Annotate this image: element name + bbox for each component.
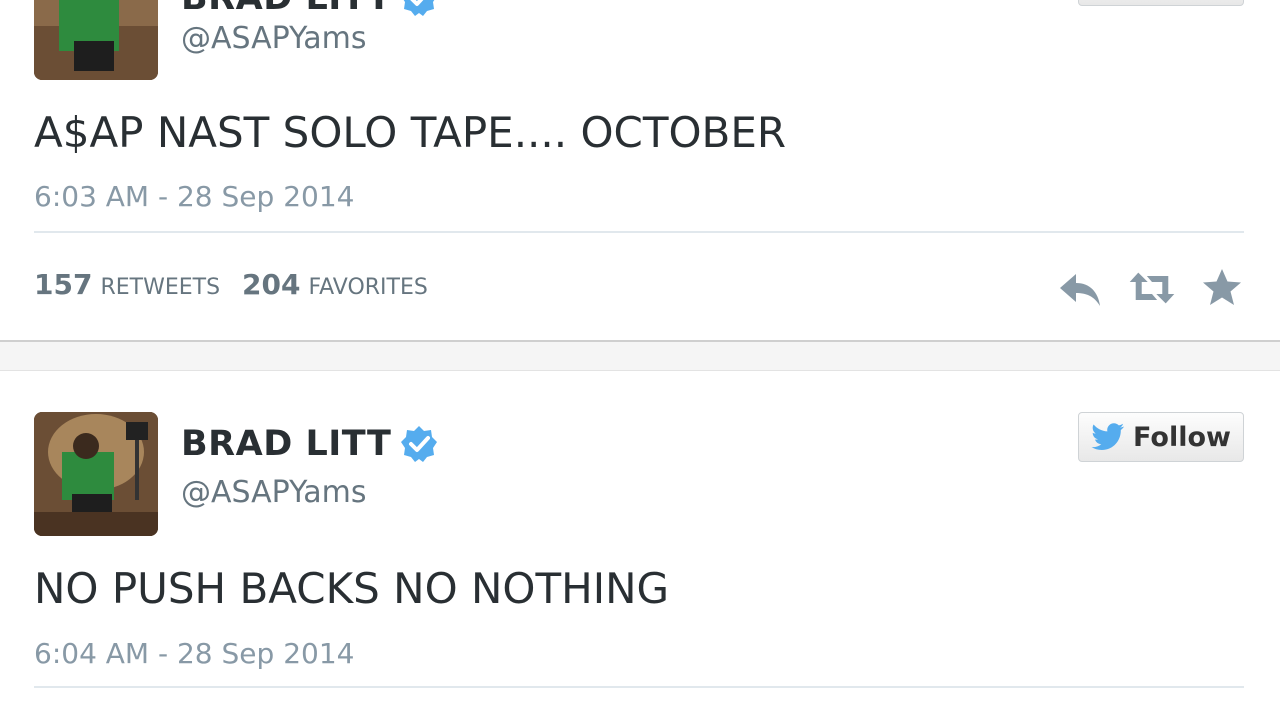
author-handle[interactable]: @ASAPYams — [181, 475, 367, 510]
avatar[interactable] — [34, 0, 158, 80]
tweet-text: A$AP NAST SOLO TAPE.... OCTOBER — [34, 108, 787, 157]
tweet-card: BRAD LITT @ASAPYams A$AP NAST SOLO TAPE.… — [0, 0, 1280, 342]
star-icon[interactable] — [1200, 266, 1244, 310]
tweet-timestamp[interactable]: 6:03 AM - 28 Sep 2014 — [34, 180, 354, 213]
retweet-icon[interactable] — [1128, 266, 1176, 310]
favorites-label[interactable]: FAVORITES — [309, 275, 428, 300]
tweet-timestamp[interactable]: 6:04 AM - 28 Sep 2014 — [34, 637, 354, 670]
verified-badge-icon — [401, 426, 438, 462]
tweet-actions — [1056, 266, 1244, 310]
tweet-card: BRAD LITT @ASAPYams Follow NO PUSH BACKS… — [0, 371, 1280, 720]
divider — [34, 686, 1244, 688]
avatar[interactable] — [34, 412, 158, 536]
reply-icon[interactable] — [1056, 266, 1104, 310]
divider — [34, 231, 1244, 233]
author-name-row: BRAD LITT — [181, 0, 439, 18]
tweet-feed: BRAD LITT @ASAPYams A$AP NAST SOLO TAPE.… — [0, 0, 1280, 720]
display-name[interactable]: BRAD LITT — [181, 0, 391, 18]
follow-button[interactable]: Follow — [1078, 412, 1244, 462]
tweet-stats: 157 RETWEETS 204 FAVORITES — [34, 268, 442, 301]
follow-button[interactable] — [1078, 0, 1244, 6]
display-name[interactable]: BRAD LITT — [181, 424, 391, 464]
twitter-bird-icon — [1091, 423, 1125, 450]
retweets-label[interactable]: RETWEETS — [100, 275, 220, 300]
favorites-count[interactable]: 204 — [242, 268, 300, 301]
follow-label: Follow — [1133, 421, 1231, 453]
author-name-row: BRAD LITT — [181, 424, 439, 464]
retweets-count[interactable]: 157 — [34, 268, 92, 301]
feed-separator — [0, 342, 1280, 371]
author-handle[interactable]: @ASAPYams — [181, 21, 367, 56]
verified-badge-icon — [404, 0, 435, 16]
tweet-text: NO PUSH BACKS NO NOTHING — [34, 564, 670, 613]
